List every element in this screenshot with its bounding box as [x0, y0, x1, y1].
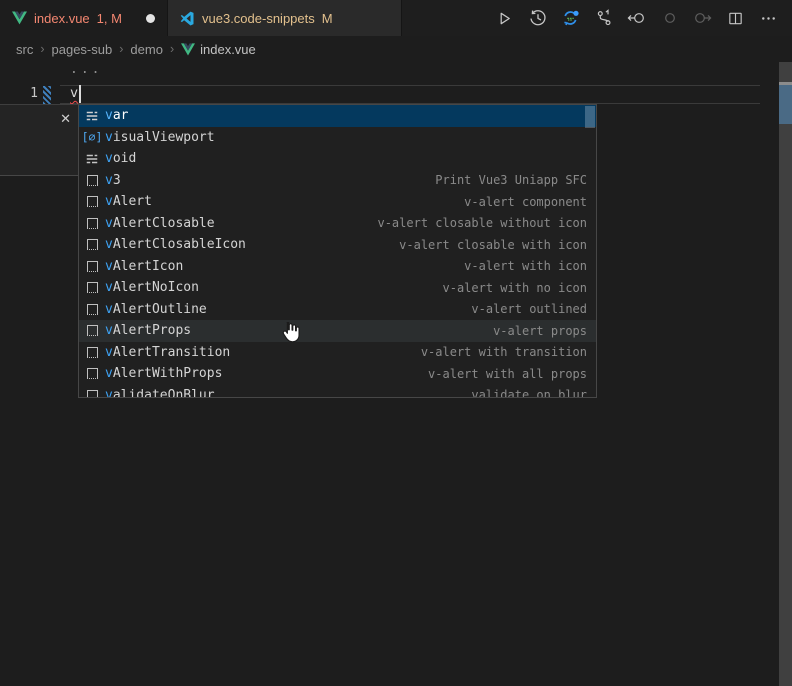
breadcrumb-separator: ›: [40, 42, 44, 56]
snippet-icon: [82, 325, 102, 336]
breadcrumb-item-pages-sub[interactable]: pages-sub: [52, 42, 113, 57]
snippet-icon: [82, 368, 102, 379]
tab-index-vue[interactable]: index.vue 1, M: [0, 0, 168, 36]
overview-ruler-modified-marker: [779, 85, 792, 124]
editor-scrollbar[interactable]: [779, 62, 792, 686]
vscode-icon: [180, 11, 195, 26]
snippet-icon: [82, 261, 102, 272]
suggestion-var[interactable]: var: [79, 105, 596, 127]
suggestion-vAlertWithProps[interactable]: vAlertWithProps v-alert with all props: [79, 363, 596, 385]
run-icon[interactable]: [494, 7, 515, 29]
snippet-icon: [82, 239, 102, 250]
suggestion-vAlertIcon[interactable]: vAlertIcon v-alert with icon: [79, 256, 596, 278]
breadcrumb-item-src[interactable]: src: [16, 42, 33, 57]
current-line-highlight: [60, 85, 760, 104]
suggestion-v3[interactable]: v3 Print Vue3 Uniapp SFC: [79, 170, 596, 192]
navigate-circle-icon[interactable]: [659, 7, 680, 29]
close-icon[interactable]: ✕: [60, 111, 71, 127]
compare-changes-icon[interactable]: [593, 7, 614, 29]
snippet-icon: [82, 196, 102, 207]
vue-icon: [181, 43, 195, 56]
unsaved-changes-dot[interactable]: [146, 14, 155, 23]
split-editor-icon[interactable]: [725, 7, 746, 29]
vscode-window: index.vue 1, M vue3.code-snippets M: [0, 0, 792, 686]
breadcrumb-item-file[interactable]: index.vue: [181, 42, 256, 57]
suggest-scrollbar-thumb[interactable]: [585, 106, 595, 128]
suggestion-vAlertClosable[interactable]: vAlertClosable v-alert closable without …: [79, 213, 596, 235]
suggestion-vAlert[interactable]: vAlert v-alert component: [79, 191, 596, 213]
typed-code: v: [70, 85, 78, 101]
history-icon[interactable]: [527, 7, 548, 29]
suggestion-visualViewport[interactable]: [∅] visualViewport: [79, 127, 596, 149]
text-cursor: [79, 85, 81, 103]
suggestion-void[interactable]: void: [79, 148, 596, 170]
vue-icon: [12, 11, 27, 25]
breadcrumb: src › pages-sub › demo › index.vue: [0, 36, 792, 62]
editor-actions: [494, 0, 792, 36]
snippet-icon: [82, 390, 102, 398]
variable-icon: [∅]: [82, 130, 102, 144]
keyword-icon: [82, 109, 102, 123]
hover-widget: ✕: [0, 104, 78, 176]
suggestion-validateOnBlur[interactable]: validateOnBlur validate on blur: [79, 385, 596, 399]
suggestion-vAlertProps[interactable]: vAlertProps v-alert props: [79, 320, 596, 342]
suggestion-vAlertNoIcon[interactable]: vAlertNoIcon v-alert with no icon: [79, 277, 596, 299]
folded-code-ellipsis[interactable]: ...: [70, 62, 102, 77]
suggest-widget: var [∅] visualViewport void v3 Print Vue…: [78, 104, 597, 398]
tab-bar: index.vue 1, M vue3.code-snippets M: [0, 0, 792, 36]
tab-code-snippets[interactable]: vue3.code-snippets M: [168, 0, 402, 36]
breadcrumb-item-demo[interactable]: demo: [130, 42, 163, 57]
gutter-modified-indicator[interactable]: [43, 86, 51, 104]
suggestion-vAlertClosableIcon[interactable]: vAlertClosableIcon v-alert closable with…: [79, 234, 596, 256]
line-number: 1: [0, 86, 38, 101]
snippet-icon: [82, 347, 102, 358]
suggestion-vAlertTransition[interactable]: vAlertTransition v-alert with transition: [79, 342, 596, 364]
tab-label: vue3.code-snippets: [202, 11, 315, 26]
snippet-icon: [82, 282, 102, 293]
snippet-icon: [82, 304, 102, 315]
more-actions-icon[interactable]: [758, 7, 779, 29]
tab-modified-badge: M: [322, 11, 333, 26]
breadcrumb-separator: ›: [170, 42, 174, 56]
tab-label: index.vue: [34, 11, 90, 26]
navigate-forward-icon[interactable]: [692, 7, 713, 29]
snippet-icon: [82, 175, 102, 186]
keyword-icon: [82, 152, 102, 166]
navigate-back-icon[interactable]: [626, 7, 647, 29]
breadcrumb-separator: ›: [119, 42, 123, 56]
tab-problems-badge: 1, M: [97, 11, 122, 26]
snippet-icon: [82, 218, 102, 229]
sync-extension-icon[interactable]: [560, 7, 581, 29]
suggestion-vAlertOutline[interactable]: vAlertOutline v-alert outlined: [79, 299, 596, 321]
editor-code-area[interactable]: ... 1 v ✕ var [∅] visualViewport void: [0, 62, 792, 686]
